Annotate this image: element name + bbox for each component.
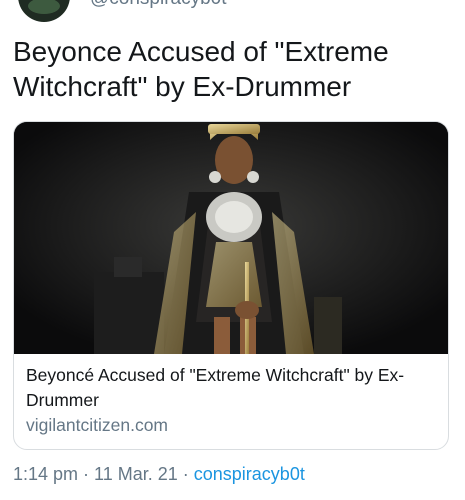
tweet-source-link[interactable]: conspiracyb0t (194, 464, 305, 484)
tweet-time[interactable]: 1:14 pm (13, 464, 78, 484)
link-card[interactable]: Beyoncé Accused of "Extreme Witchcraft" … (13, 121, 449, 450)
avatar[interactable] (18, 0, 70, 22)
card-image[interactable] (14, 122, 448, 354)
user-handle[interactable]: @conspiracyb0t (90, 0, 227, 10)
performer-photo (14, 122, 448, 354)
meta-separator: · (182, 464, 189, 484)
card-title[interactable]: Beyoncé Accused of "Extreme Witchcraft" … (26, 363, 436, 413)
tweet-date[interactable]: 11 Mar. 21 (94, 464, 178, 484)
tweet-meta: 1:14 pm · 11 Mar. 21 · conspiracyb0t (13, 464, 305, 485)
card-body[interactable]: Beyoncé Accused of "Extreme Witchcraft" … (14, 354, 448, 449)
card-domain[interactable]: vigilantcitizen.com (26, 415, 168, 436)
tweet-text: Beyonce Accused of "Extreme Witchcraft" … (13, 36, 389, 102)
meta-separator: · (83, 464, 90, 484)
